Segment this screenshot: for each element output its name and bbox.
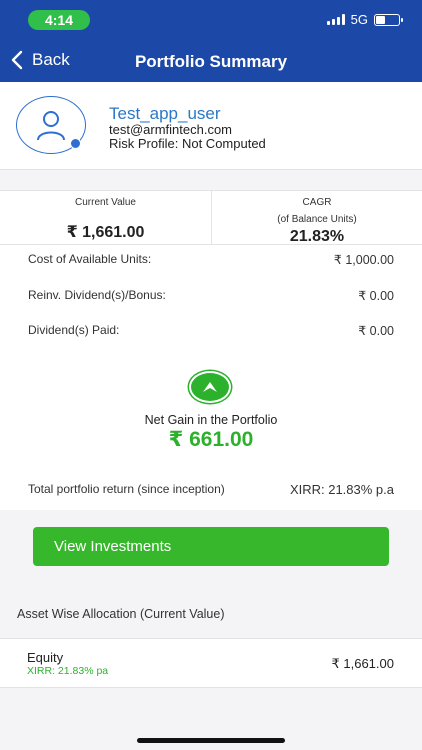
- row-label: Reinv. Dividend(s)/Bonus:: [28, 288, 166, 302]
- total-return-row: Total portfolio return (since inception)…: [28, 482, 394, 497]
- app-header: 4:14 5G Back Portfolio Summary: [0, 0, 422, 82]
- row-label: Cost of Available Units:: [28, 252, 152, 266]
- user-icon: [37, 111, 65, 141]
- profile-risk: Risk Profile: Not Computed: [109, 136, 266, 151]
- current-value: ₹ 1,661.00: [66, 224, 145, 241]
- row-label: Dividend(s) Paid:: [28, 323, 120, 337]
- allocation-heading: Asset Wise Allocation (Current Value): [17, 607, 225, 621]
- summary-row-cost: Cost of Available Units: ₹ 1,000.00: [28, 252, 394, 267]
- page-title: Portfolio Summary: [134, 52, 288, 71]
- total-return-value: XIRR: 21.83% p.a: [289, 482, 394, 497]
- profile-name: Test_app_user: [109, 104, 221, 123]
- row-value: ₹ 1,000.00: [333, 253, 394, 267]
- cagr-label: CAGR: [302, 197, 332, 208]
- status-indicators: 5G: [326, 12, 403, 27]
- current-value-label: Current Value: [75, 197, 136, 208]
- battery-icon: [374, 13, 403, 26]
- cagr-sublabel: (of Balance Units): [277, 214, 357, 225]
- total-return-label: Total portfolio return (since inception): [28, 482, 225, 496]
- home-indicator[interactable]: [137, 738, 285, 743]
- asset-row-equity[interactable]: Equity XIRR: 21.83% pa ₹ 1,661.00: [0, 638, 422, 688]
- cagr-value: 21.83%: [289, 228, 345, 245]
- gain-up-icon: [189, 371, 231, 403]
- portfolio-summary: Current Value ₹ 1,661.00 CAGR (of Balanc…: [0, 190, 422, 510]
- status-time: 4:14: [28, 10, 90, 30]
- asset-value: ₹ 1,661.00: [331, 656, 395, 671]
- cagr-metric: CAGR (of Balance Units) 21.83%: [211, 191, 422, 245]
- network-label: 5G: [350, 12, 368, 27]
- asset-name: Equity: [27, 650, 64, 665]
- asset-xirr: XIRR: 21.83% pa: [27, 665, 109, 677]
- row-value: ₹ 0.00: [358, 289, 394, 303]
- summary-row-reinv-dividend: Reinv. Dividend(s)/Bonus: ₹ 0.00: [28, 288, 394, 303]
- avatar-edit-badge[interactable]: [70, 138, 81, 149]
- avatar[interactable]: [16, 96, 86, 154]
- net-gain-value: ₹ 661.00: [168, 428, 254, 451]
- summary-row-dividend-paid: Dividend(s) Paid: ₹ 0.00: [28, 323, 394, 338]
- net-gain-label: Net Gain in the Portfolio: [144, 413, 278, 427]
- row-value: ₹ 0.00: [358, 324, 394, 338]
- view-investments-button[interactable]: View Investments: [33, 527, 389, 566]
- signal-icon: [326, 14, 345, 25]
- profile-card: Test_app_user test@armfintech.com Risk P…: [0, 82, 422, 170]
- summary-metrics: Current Value ₹ 1,661.00 CAGR (of Balanc…: [0, 191, 422, 245]
- profile-email: test@armfintech.com: [109, 122, 233, 137]
- current-value-metric: Current Value ₹ 1,661.00: [0, 191, 211, 244]
